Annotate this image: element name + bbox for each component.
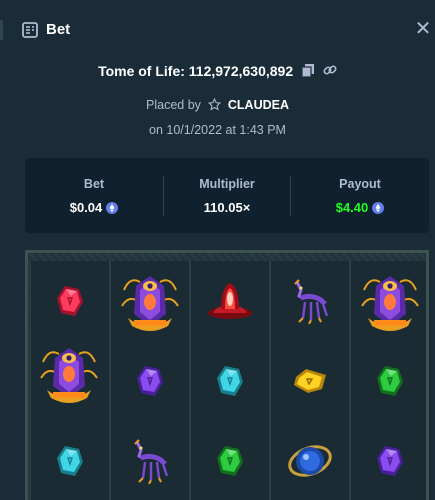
reel-column xyxy=(110,261,190,500)
copy-icon[interactable] xyxy=(301,63,315,81)
placed-date: on 10/1/2022 at 1:43 PM xyxy=(149,123,286,137)
reel-column xyxy=(270,261,350,500)
bet-value: $0.04 xyxy=(69,200,103,215)
priestess-wild-icon xyxy=(351,261,426,341)
star-icon xyxy=(208,97,222,115)
ethereum-coin-icon xyxy=(106,202,119,217)
bet-stats-panel: Bet $0.04 Multiplier 110.05× Payout $4.4… xyxy=(25,158,429,233)
placed-by-prefix: Placed by xyxy=(146,98,201,112)
game-name-id: Tome of Life: 112,972,630,892 xyxy=(98,63,294,79)
username[interactable]: CLAUDEA xyxy=(228,98,289,112)
priestess-wild-icon xyxy=(111,261,189,341)
green-gem-icon xyxy=(351,341,426,421)
ethereum-coin-icon xyxy=(372,202,385,217)
cyan-gem-icon xyxy=(191,341,269,421)
modal-header: Bet ✕ xyxy=(0,0,435,60)
red-gem-icon xyxy=(31,261,109,341)
purple-gem-icon xyxy=(351,421,426,500)
jackal-creature-icon xyxy=(271,261,349,341)
payout-label: Payout xyxy=(339,177,381,191)
stat-bet: Bet $0.04 xyxy=(25,158,163,233)
reel-column xyxy=(350,261,426,500)
bet-slip-icon xyxy=(22,22,38,38)
payout-value-row: $4.40 xyxy=(291,200,429,217)
link-icon[interactable] xyxy=(323,63,337,81)
cyan-gem-icon xyxy=(31,421,109,500)
yellow-gem-icon xyxy=(271,341,349,421)
close-icon[interactable]: ✕ xyxy=(414,18,432,40)
game-identifier: Tome of Life: 112,972,630,892 xyxy=(0,62,435,81)
purple-gem-icon xyxy=(111,341,189,421)
bet-label: Bet xyxy=(83,177,105,191)
slot-reels xyxy=(25,250,429,500)
payout-value: $4.40 xyxy=(335,200,369,215)
placed-by-line: Placed by CLAUDEA xyxy=(0,97,435,115)
jackal-creature-icon xyxy=(111,421,189,500)
stat-multiplier: Multiplier 110.05× xyxy=(164,158,290,233)
bet-modal: Bet ✕ Tome of Life: 112,972,630,892 Plac… xyxy=(0,0,435,500)
green-gem-icon xyxy=(191,421,269,500)
modal-title: Bet xyxy=(46,21,71,38)
stat-payout: Payout $4.40 xyxy=(291,158,429,233)
multiplier-label: Multiplier xyxy=(199,177,255,191)
reel-column xyxy=(190,261,270,500)
bet-value-row: $0.04 xyxy=(25,200,163,217)
blue-orb-icon xyxy=(271,421,349,500)
multiplier-value: 110.05× xyxy=(203,200,251,215)
priestess-wild-icon xyxy=(30,333,108,413)
red-shrine-icon xyxy=(191,261,269,341)
